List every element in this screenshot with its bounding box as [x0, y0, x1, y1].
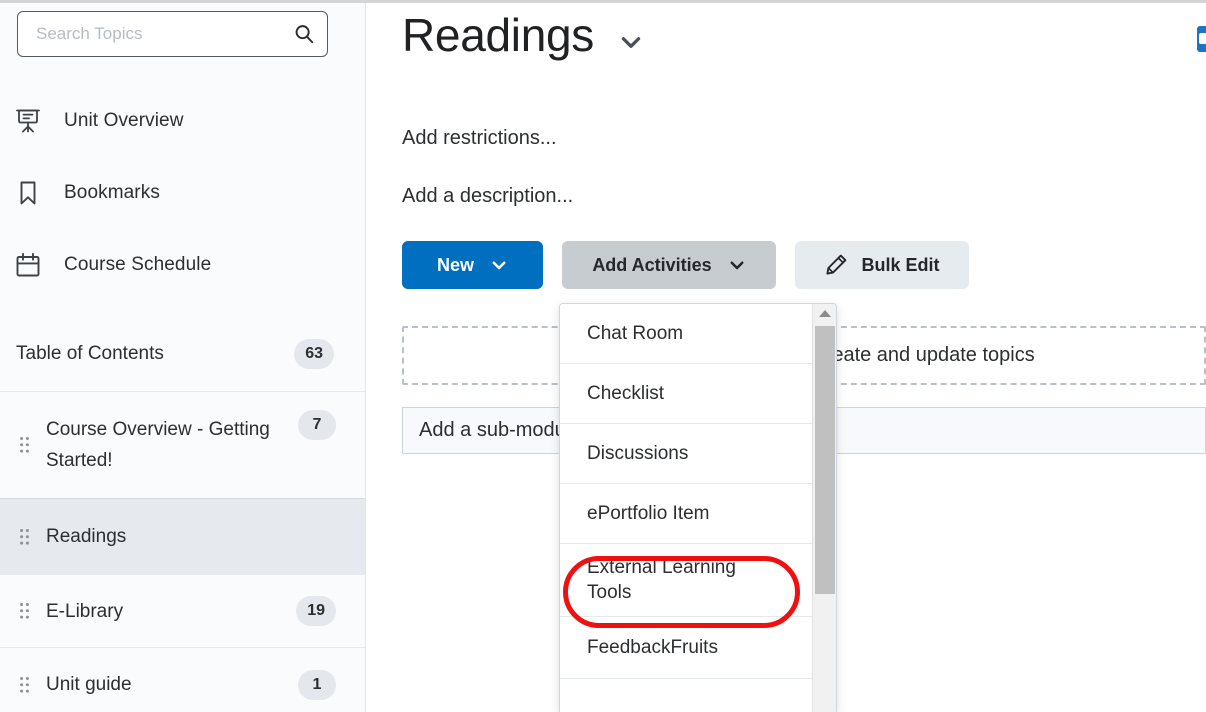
menu-item-label: FeedbackFruits — [587, 637, 718, 658]
sidebar-item-label: Bookmarks — [64, 182, 160, 203]
sidebar-item-bookmarks[interactable]: Bookmarks — [14, 170, 344, 216]
menu-item-label: External Learning Tools — [587, 557, 736, 603]
caret-up-icon[interactable] — [813, 304, 836, 323]
bulk-edit-button[interactable]: Bulk Edit — [795, 241, 969, 289]
chevron-down-icon[interactable] — [618, 29, 644, 55]
toc-item-label: Readings — [46, 526, 127, 547]
right-edge-indicator[interactable] — [1197, 26, 1206, 52]
menu-item-label: Discussions — [587, 443, 689, 464]
table-of-contents-title: Table of Contents — [16, 343, 164, 364]
menu-item-eportfolio-item[interactable]: ePortfolio Item — [560, 484, 813, 544]
sidebar-item-course-schedule[interactable]: Course Schedule — [14, 242, 344, 288]
page-title: Readings — [402, 9, 594, 61]
add-activities-menu-list: Chat Room Checklist Discussions ePortfol… — [560, 304, 813, 712]
page-title-row: Readings — [402, 8, 644, 62]
sidebar-item-unit-overview[interactable]: Unit Overview — [14, 98, 344, 144]
table-of-contents-list: Course Overview - Getting Started! 7 Rea… — [0, 391, 365, 712]
toc-item-count-badge: 7 — [298, 410, 336, 440]
drag-handle-icon[interactable] — [16, 674, 32, 696]
new-button[interactable]: New — [402, 241, 543, 289]
course-content-sidebar: Unit Overview Bookmarks Course Schedule — [0, 3, 366, 712]
add-restrictions-link[interactable]: Add restrictions... — [402, 127, 557, 150]
menu-item-external-learning-tools[interactable]: External Learning Tools — [560, 544, 813, 617]
add-description-link[interactable]: Add a description... — [402, 185, 573, 208]
content-browser-page: Unit Overview Bookmarks Course Schedule — [0, 0, 1206, 712]
menu-item-discussions[interactable]: Discussions — [560, 424, 813, 484]
menu-scrollbar[interactable] — [812, 304, 836, 712]
toc-item-label: Course Overview - Getting Started! — [46, 419, 270, 471]
toc-item-readings[interactable]: Readings — [0, 498, 365, 574]
calendar-icon — [14, 251, 42, 279]
search-topics-container — [17, 11, 328, 57]
search-input[interactable] — [36, 24, 293, 44]
toc-item-label: E-Library — [46, 600, 124, 622]
menu-item-checklist[interactable]: Checklist — [560, 364, 813, 424]
menu-item-partial[interactable] — [560, 679, 813, 712]
bookmark-icon — [14, 179, 42, 207]
menu-item-feedbackfruits[interactable]: FeedbackFruits — [560, 617, 813, 679]
add-submodule-placeholder: Add a sub-module — [419, 419, 582, 441]
sidebar-item-label: Unit Overview — [64, 110, 184, 131]
toc-item-count-badge: 1 — [298, 669, 336, 700]
menu-scrollbar-thumb[interactable] — [815, 326, 835, 594]
add-activities-button[interactable]: Add Activities — [562, 241, 776, 289]
pencil-icon — [824, 253, 848, 277]
new-button-label: New — [436, 254, 474, 275]
chevron-down-icon — [728, 256, 746, 274]
table-of-contents-header[interactable]: Table of Contents 63 — [0, 333, 365, 375]
chevron-down-icon — [490, 256, 508, 274]
module-action-buttons: New Add Activities Bulk Edit — [402, 241, 969, 289]
menu-item-chat-room[interactable]: Chat Room — [560, 304, 813, 364]
search-box[interactable] — [17, 11, 328, 57]
toc-item-count-badge: 19 — [296, 596, 336, 626]
add-activities-button-label: Add Activities — [592, 254, 712, 275]
table-of-contents-count-badge: 63 — [294, 339, 334, 369]
drag-handle-icon[interactable] — [16, 600, 32, 622]
add-activities-dropdown-menu: Chat Room Checklist Discussions ePortfol… — [559, 303, 837, 712]
menu-item-label: Chat Room — [587, 323, 684, 344]
bulk-edit-button-label: Bulk Edit — [861, 254, 940, 275]
menu-item-label: ePortfolio Item — [587, 503, 710, 524]
toc-item-e-library[interactable]: E-Library 19 — [0, 574, 365, 647]
drag-handle-icon[interactable] — [16, 526, 32, 548]
menu-item-label: Checklist — [587, 383, 665, 404]
toc-item-label: Unit guide — [46, 674, 132, 695]
toc-item-unit-guide[interactable]: Unit guide 1 — [0, 647, 365, 712]
presentation-board-icon — [14, 107, 42, 135]
toc-item-course-overview[interactable]: Course Overview - Getting Started! 7 — [0, 391, 365, 498]
sidebar-item-label: Course Schedule — [64, 254, 212, 275]
drag-handle-icon[interactable] — [16, 434, 32, 456]
search-icon[interactable] — [293, 23, 315, 45]
